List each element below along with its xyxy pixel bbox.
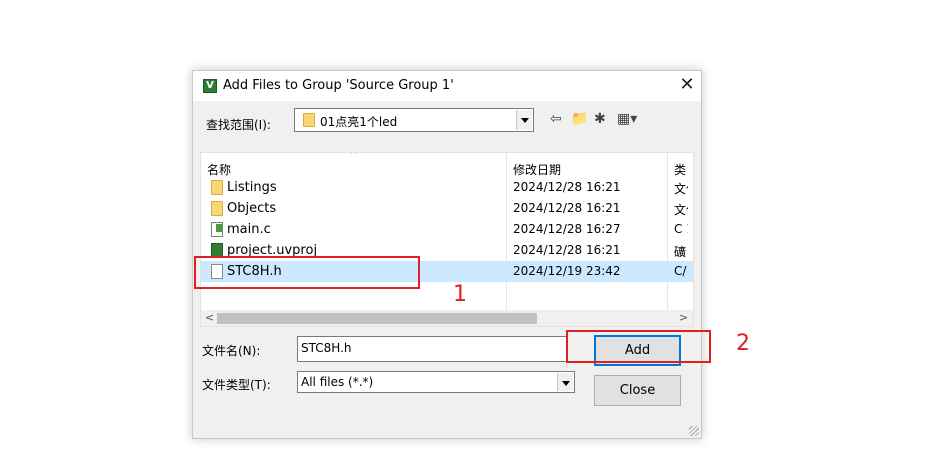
file-type: 文件 bbox=[674, 203, 688, 217]
file-name: Objects bbox=[227, 201, 277, 216]
file-date: 2024/12/28 16:21 bbox=[513, 201, 621, 215]
new-folder-icon[interactable]: ✱ bbox=[594, 111, 606, 127]
sort-asc-icon: ^ bbox=[349, 152, 358, 161]
list-item[interactable]: Objects 2024/12/28 16:21 文件 bbox=[201, 198, 693, 219]
file-date: 2024/12/28 16:21 bbox=[513, 180, 621, 194]
list-item[interactable]: main.c 2024/12/28 16:27 C 1 bbox=[201, 219, 693, 240]
scrollbar-thumb[interactable] bbox=[217, 313, 537, 324]
close-icon[interactable]: ✕ bbox=[675, 74, 699, 98]
highlight-box-file bbox=[194, 256, 420, 289]
annotation-number-1: 1 bbox=[453, 282, 467, 307]
lookin-label: 查找范围(I): bbox=[206, 118, 271, 132]
dialog-title: Add Files to Group 'Source Group 1' bbox=[223, 78, 454, 93]
scroll-right-icon[interactable]: > bbox=[679, 311, 688, 324]
filename-label: 文件名(N): bbox=[202, 344, 261, 358]
file-date: 2024/12/19 23:42 bbox=[513, 264, 621, 278]
filename-input[interactable]: STC8H.h bbox=[297, 336, 567, 362]
close-button[interactable]: Close bbox=[594, 375, 681, 406]
keil-uvision-icon: V bbox=[203, 79, 217, 93]
file-type: 礦 bbox=[674, 245, 687, 259]
folder-icon bbox=[303, 113, 315, 127]
file-list[interactable]: 名称 ^ 修改日期 类 Listings 2024/12/28 16:21 文件… bbox=[200, 152, 694, 327]
file-type: 文件 bbox=[674, 182, 688, 196]
filename-value: STC8H.h bbox=[301, 341, 352, 355]
add-files-dialog: V Add Files to Group 'Source Group 1' ✕ … bbox=[192, 70, 702, 439]
chevron-down-icon[interactable] bbox=[516, 110, 532, 130]
lookin-combo[interactable]: 01点亮1个led bbox=[294, 108, 534, 132]
file-date: 2024/12/28 16:21 bbox=[513, 243, 621, 257]
column-header-date[interactable]: 修改日期 bbox=[513, 161, 561, 178]
view-menu-icon[interactable]: ▦▾ bbox=[617, 111, 637, 127]
back-icon[interactable]: ⇦ bbox=[550, 111, 562, 127]
horizontal-scrollbar[interactable]: < > bbox=[201, 310, 693, 326]
resize-grip-icon[interactable] bbox=[689, 426, 699, 436]
highlight-box-add bbox=[566, 330, 711, 363]
filetype-value: All files (*.*) bbox=[301, 375, 374, 389]
c-file-icon bbox=[211, 222, 223, 237]
folder-icon bbox=[211, 180, 223, 195]
filetype-combo[interactable]: All files (*.*) bbox=[297, 371, 575, 393]
annotation-number-2: 2 bbox=[736, 331, 750, 356]
column-header-type[interactable]: 类 bbox=[674, 161, 686, 178]
filetype-label: 文件类型(T): bbox=[202, 378, 271, 392]
up-folder-icon[interactable]: 📁 bbox=[571, 111, 588, 127]
chevron-down-icon[interactable] bbox=[557, 373, 573, 391]
file-date: 2024/12/28 16:27 bbox=[513, 222, 621, 236]
title-bar: V Add Files to Group 'Source Group 1' ✕ bbox=[193, 71, 701, 101]
folder-icon bbox=[211, 201, 223, 216]
lookin-value: 01点亮1个led bbox=[320, 115, 398, 129]
file-name: main.c bbox=[227, 222, 271, 237]
list-item[interactable]: Listings 2024/12/28 16:21 文件 bbox=[201, 177, 693, 198]
file-name: Listings bbox=[227, 180, 277, 195]
file-type: C 1 bbox=[674, 222, 688, 236]
column-header-name[interactable]: 名称 bbox=[207, 161, 231, 178]
file-type: C/ bbox=[674, 264, 687, 278]
scroll-left-icon[interactable]: < bbox=[205, 311, 214, 324]
